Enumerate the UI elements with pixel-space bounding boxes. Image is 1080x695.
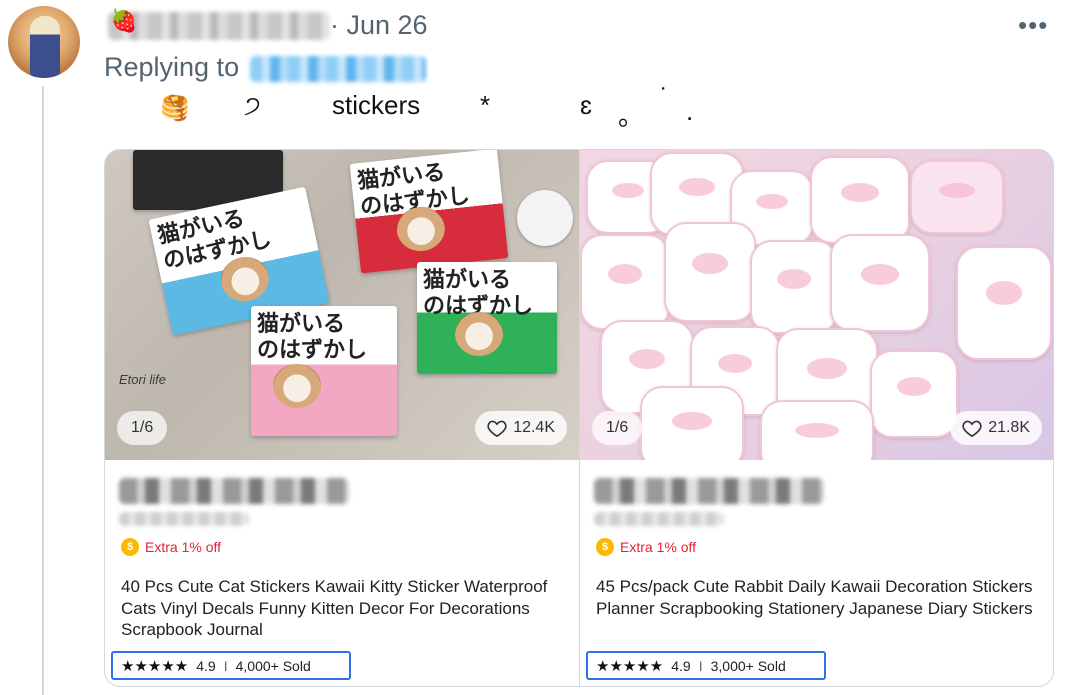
avatar[interactable] [8, 6, 80, 78]
avatar-figure [30, 16, 60, 78]
brand-text: Etori life [119, 372, 166, 387]
rating-value: 4.9 [196, 657, 216, 674]
rating-row: ★★★★★ 4.9 I 3,000+ Sold [586, 651, 826, 680]
product-card: 猫がいる のはずかし 猫がいる のはずかし 猫がいる のはずかし 猫がいる のは… [104, 149, 1054, 687]
tweet-glyph: ɛ [580, 90, 592, 120]
promo-text: Extra 1% off [145, 539, 222, 555]
coin-icon: $ [596, 538, 614, 556]
tweet-date[interactable]: · Jun 26 [330, 10, 428, 41]
likes-button[interactable]: 12.4K [475, 411, 567, 445]
sold-count: 3,000+ Sold [710, 657, 786, 674]
likes-count: 21.8K [988, 419, 1030, 436]
more-options-icon[interactable]: ••• [1018, 10, 1048, 41]
star-rating-icons: ★★★★★ [121, 657, 189, 675]
blurred-price [594, 478, 824, 504]
name-emoji: 🍓 [110, 8, 138, 33]
product-image[interactable]: 1/6 21.8K [580, 150, 1053, 460]
pancake-emoji: 🥞 [160, 95, 190, 122]
promo-text: Extra 1% off [620, 539, 697, 555]
promo-badge: $ Extra 1% off [596, 538, 696, 556]
blurred-subtext [594, 512, 724, 526]
sold-count: 4,000+ Sold [235, 657, 311, 674]
tweet-glyph: 。 [618, 101, 645, 131]
product-image[interactable]: 猫がいる のはずかし 猫がいる のはずかし 猫がいる のはずかし 猫がいる のは… [105, 150, 579, 460]
separator: I [223, 657, 228, 674]
rating-row: ★★★★★ 4.9 I 4,000+ Sold [111, 651, 351, 680]
heart-icon [962, 420, 982, 437]
product-title[interactable]: 45 Pcs/pack Cute Rabbit Daily Kawaii Dec… [596, 576, 1040, 619]
likes-button[interactable]: 21.8K [950, 411, 1042, 445]
thread-line [42, 86, 44, 695]
blurred-price [119, 478, 349, 504]
sticker-box: 猫がいる のはずかし [349, 150, 509, 274]
coin-icon: $ [121, 538, 139, 556]
rating-value: 4.9 [671, 657, 691, 674]
tweet-glyph: * [480, 90, 491, 120]
separator: I [698, 657, 703, 674]
sticker-box: 猫がいる のはずかし [251, 306, 397, 436]
heart-icon [487, 420, 507, 437]
likes-count: 12.4K [513, 419, 555, 436]
tweet-glyph: . [686, 96, 694, 126]
product-cat-stickers[interactable]: 猫がいる のはずかし 猫がいる のはずかし 猫がいる のはずかし 猫がいる のは… [105, 150, 579, 686]
blurred-reply-handle[interactable] [250, 56, 426, 82]
image-counter: 1/6 [592, 411, 643, 445]
product-rabbit-stickers[interactable]: 1/6 21.8K $ Extra 1% off 45 Pcs/pack Cut… [579, 150, 1053, 686]
tweet-glyph: ੭ [244, 90, 261, 120]
blurred-username[interactable] [108, 12, 330, 40]
product-title[interactable]: 40 Pcs Cute Cat Stickers Kawaii Kitty St… [121, 576, 565, 641]
promo-badge: $ Extra 1% off [121, 538, 221, 556]
star-rating-icons: ★★★★★ [596, 657, 664, 675]
sticker-box: 猫がいる のはずかし [417, 262, 557, 374]
round-sticker [517, 190, 573, 246]
replying-to-label: Replying to [104, 52, 240, 82]
tweet-text-word: stickers [332, 90, 421, 120]
image-counter: 1/6 [117, 411, 168, 445]
blurred-subtext [119, 512, 249, 526]
tweet-glyph: ˙ [660, 82, 669, 112]
